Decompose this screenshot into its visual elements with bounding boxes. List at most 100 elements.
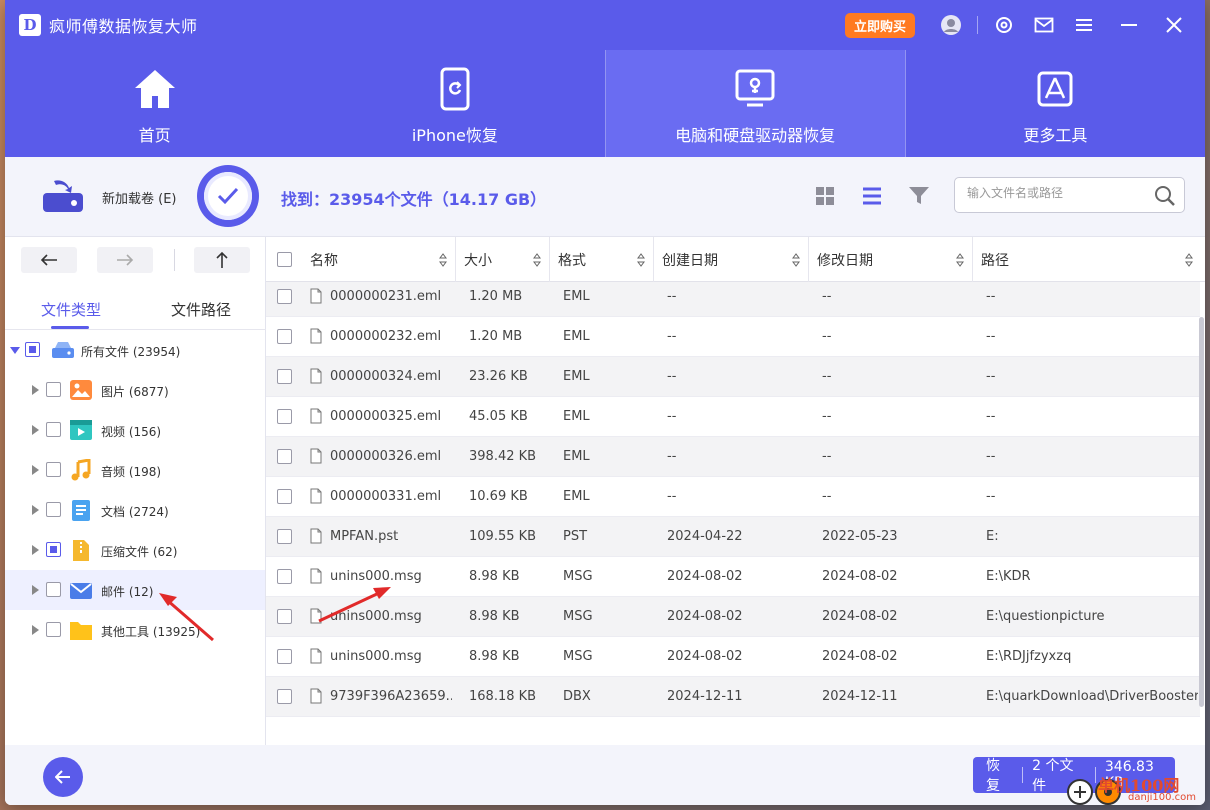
sort-icon[interactable] xyxy=(792,253,800,267)
row-checkbox[interactable] xyxy=(277,489,292,504)
column-header-created[interactable]: 创建日期 xyxy=(654,237,809,282)
column-header-path[interactable]: 路径 xyxy=(973,237,1201,282)
up-folder-button[interactable] xyxy=(194,247,250,273)
column-header-format[interactable]: 格式 xyxy=(550,237,654,282)
table-row[interactable]: 0000000324.eml 23.26 KB EML -- -- -- xyxy=(266,357,1200,397)
checkbox[interactable] xyxy=(46,502,61,517)
row-checkbox[interactable] xyxy=(277,609,292,624)
table-row[interactable]: 0000000231.eml 1.20 MB EML -- -- -- xyxy=(266,282,1200,317)
column-header-name[interactable]: 名称 xyxy=(302,237,456,282)
search-icon[interactable] xyxy=(1154,185,1176,207)
minimize-icon[interactable] xyxy=(1118,14,1140,36)
table-row[interactable]: MPFAN.pst 109.55 KB PST 2024-04-22 2022-05-2… xyxy=(266,517,1200,557)
buy-now-button[interactable]: 立即购买 xyxy=(844,12,915,38)
cell-format: DBX xyxy=(563,689,591,704)
nav-iphone[interactable]: iPhone恢复 xyxy=(305,50,604,157)
grid-view-icon[interactable] xyxy=(813,184,837,208)
search-input[interactable] xyxy=(967,186,1147,200)
row-checkbox[interactable] xyxy=(277,289,292,304)
expand-icon[interactable] xyxy=(32,425,39,435)
checkbox[interactable] xyxy=(46,462,61,477)
column-header-modified[interactable]: 修改日期 xyxy=(809,237,973,282)
cell-format: MSG xyxy=(563,569,593,584)
list-view-icon[interactable] xyxy=(860,184,884,208)
tab-file-type[interactable]: 文件类型 xyxy=(41,299,101,320)
column-label: 路径 xyxy=(981,252,1009,269)
settings-icon[interactable] xyxy=(993,14,1015,36)
cell-modified: -- xyxy=(822,289,832,304)
tree-item-documents[interactable]: 文档 (2724) xyxy=(5,490,265,530)
checkbox[interactable] xyxy=(25,342,40,357)
table-row[interactable]: unins000.msg 8.98 KB MSG 2024-08-02 2024-08-… xyxy=(266,637,1200,677)
sort-icon[interactable] xyxy=(956,253,964,267)
row-checkbox[interactable] xyxy=(277,329,292,344)
table-row[interactable]: 0000000326.eml 398.42 KB EML -- -- -- xyxy=(266,437,1200,477)
table-row[interactable]: 0000000331.eml 10.69 KB EML -- -- -- xyxy=(266,477,1200,517)
sort-icon[interactable] xyxy=(637,253,645,267)
filter-icon[interactable] xyxy=(907,184,931,208)
table-row[interactable]: 9739F396A23659... 168.18 KB DBX 2024-12-11 2… xyxy=(266,677,1200,717)
expand-icon[interactable] xyxy=(32,545,39,555)
expand-icon[interactable] xyxy=(32,505,39,515)
sort-icon[interactable] xyxy=(533,253,541,267)
nav-more-tools[interactable]: 更多工具 xyxy=(906,50,1205,157)
tree-item-archives[interactable]: 压缩文件 (62) xyxy=(5,530,265,570)
row-checkbox[interactable] xyxy=(277,369,292,384)
table-row[interactable]: unins000.msg 8.98 KB MSG 2024-08-02 2024-08-… xyxy=(266,597,1200,637)
cell-path: -- xyxy=(986,369,996,384)
drive-icon xyxy=(52,342,74,358)
checkbox[interactable] xyxy=(46,582,61,597)
sort-icon[interactable] xyxy=(1185,253,1193,267)
expand-icon[interactable] xyxy=(32,385,39,395)
row-checkbox[interactable] xyxy=(277,569,292,584)
nav-home[interactable]: 首页 xyxy=(5,50,304,157)
row-checkbox[interactable] xyxy=(277,689,292,704)
table-row[interactable]: unins000.msg 8.98 KB MSG 2024-08-02 2024-08-… xyxy=(266,557,1200,597)
checkbox[interactable] xyxy=(46,422,61,437)
cell-path: -- xyxy=(986,409,996,424)
column-header-size[interactable]: 大小 xyxy=(456,237,550,282)
tree-item-mail[interactable]: 邮件 (12) xyxy=(5,570,265,610)
sort-icon[interactable] xyxy=(439,253,447,267)
checkbox[interactable] xyxy=(46,382,61,397)
cell-created: 2024-08-02 xyxy=(667,649,743,664)
tab-file-path[interactable]: 文件路径 xyxy=(171,299,231,320)
select-all-checkbox[interactable] xyxy=(277,252,292,267)
cell-name: 0000000326.eml xyxy=(330,449,442,464)
expand-icon[interactable] xyxy=(32,625,39,635)
tree-item-videos[interactable]: 视频 (156) xyxy=(5,410,265,450)
checkbox[interactable] xyxy=(46,622,61,637)
cell-created: -- xyxy=(667,489,677,504)
close-icon[interactable] xyxy=(1163,14,1185,36)
back-history-button[interactable] xyxy=(21,247,77,273)
expand-icon[interactable] xyxy=(32,465,39,475)
table-row[interactable]: 0000000232.eml 1.20 MB EML -- -- -- xyxy=(266,317,1200,357)
checkbox[interactable] xyxy=(46,542,61,557)
vertical-scrollbar[interactable] xyxy=(1199,317,1204,707)
row-checkbox[interactable] xyxy=(277,409,292,424)
cell-modified: 2024-12-11 xyxy=(822,689,898,704)
arrow-left-icon xyxy=(40,254,57,266)
collapse-icon[interactable] xyxy=(10,347,20,354)
nav-computer-recovery[interactable]: 电脑和硬盘驱动器恢复 xyxy=(605,50,905,157)
table-row[interactable]: 0000000325.eml 45.05 KB EML -- -- -- xyxy=(266,397,1200,437)
tree-item-other[interactable]: 其他工具 (13925) xyxy=(5,610,265,650)
cell-name: 0000000325.eml xyxy=(330,409,442,424)
row-checkbox[interactable] xyxy=(277,529,292,544)
file-icon xyxy=(310,528,322,544)
mail-icon[interactable] xyxy=(1033,14,1055,36)
cell-size: 1.20 MB xyxy=(469,329,523,344)
tree-item-all-files[interactable]: 所有文件 (23954) xyxy=(5,330,265,370)
cell-path: E:\quarkDownload\DriverBooster... xyxy=(986,689,1198,704)
expand-icon[interactable] xyxy=(32,585,39,595)
back-button[interactable] xyxy=(43,757,83,797)
row-checkbox[interactable] xyxy=(277,649,292,664)
tree-item-audio[interactable]: 音频 (198) xyxy=(5,450,265,490)
account-icon[interactable] xyxy=(940,14,962,36)
row-checkbox[interactable] xyxy=(277,449,292,464)
forward-history-button[interactable] xyxy=(97,247,153,273)
menu-icon[interactable] xyxy=(1073,14,1095,36)
cell-name: MPFAN.pst xyxy=(330,529,399,544)
search-box[interactable] xyxy=(954,177,1185,213)
tree-item-images[interactable]: 图片 (6877) xyxy=(5,370,265,410)
